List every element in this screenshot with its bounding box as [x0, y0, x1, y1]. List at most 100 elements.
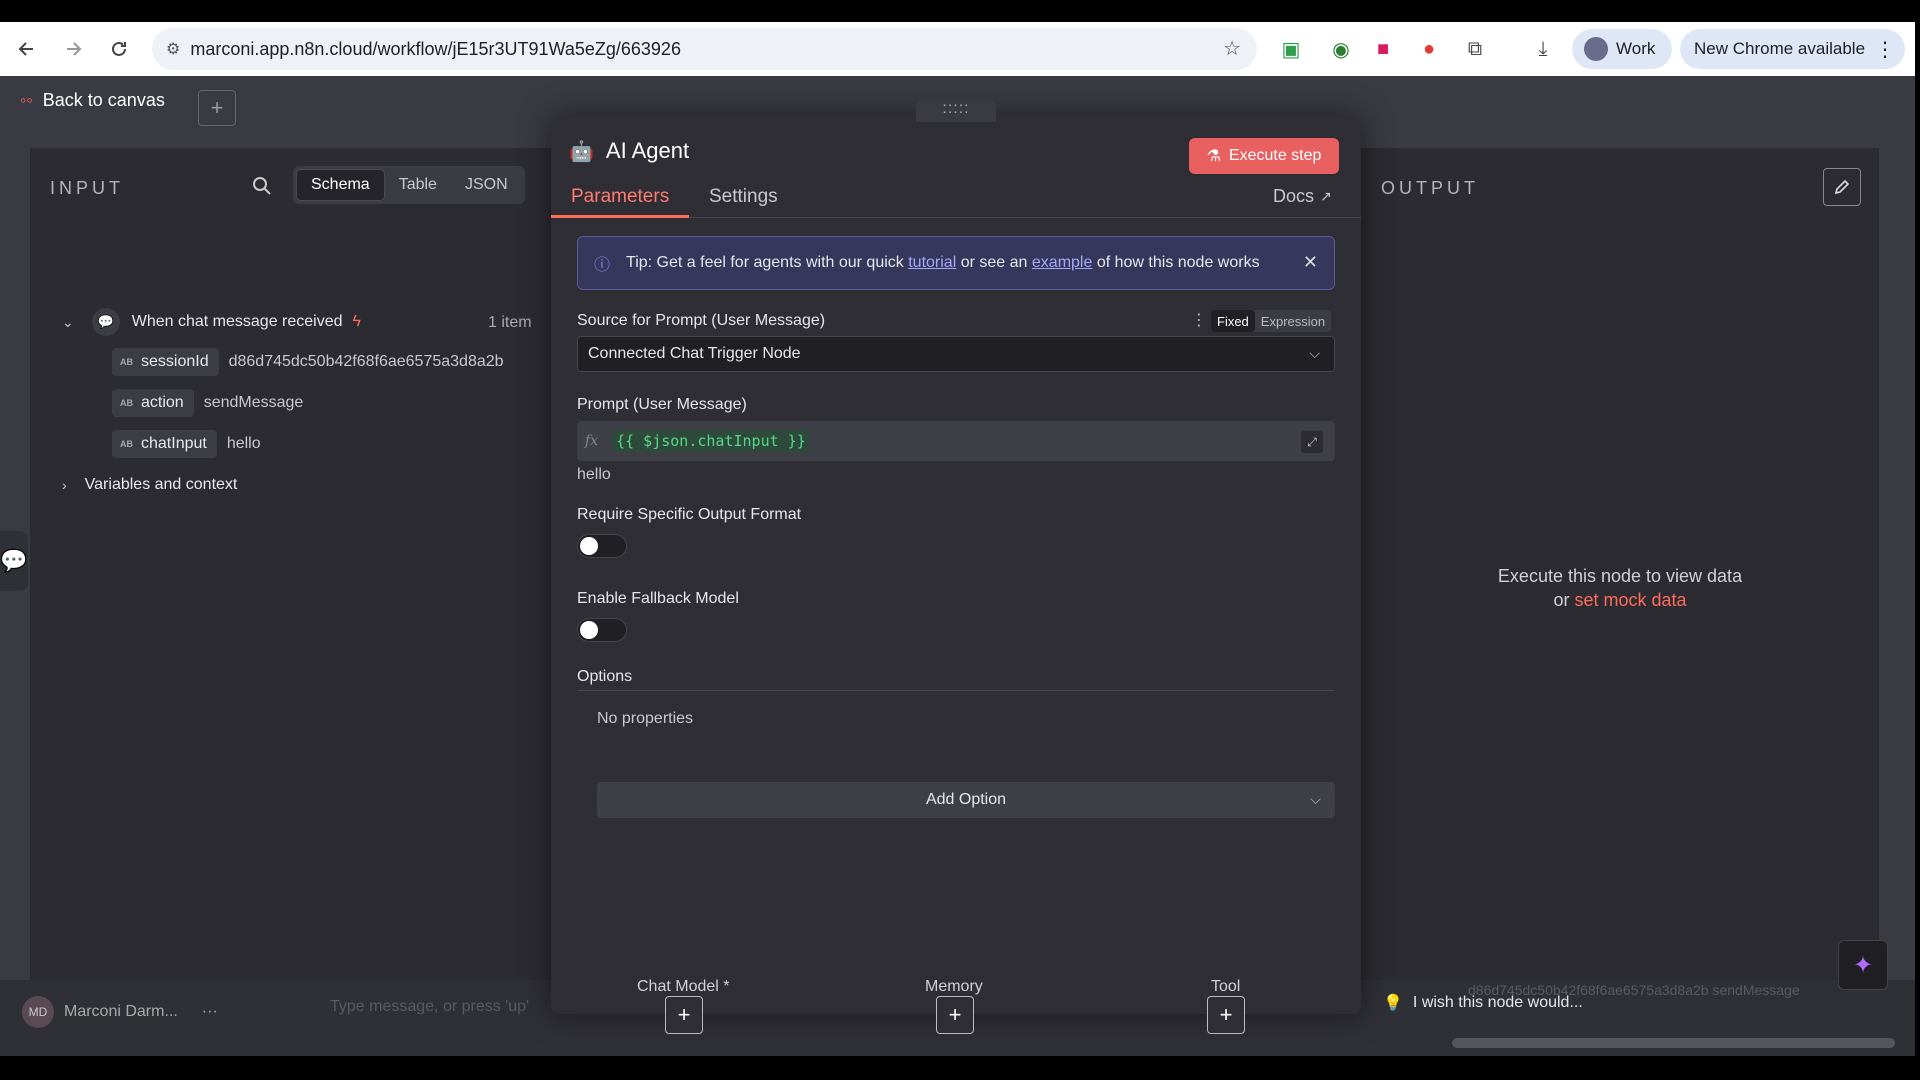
docs-link[interactable]: Docs ↗: [1273, 186, 1332, 207]
add-option-select[interactable]: Add Option ⌵: [597, 782, 1335, 818]
prompt-expression: {{ $json.chatInput }}: [612, 430, 810, 452]
execute-step-button[interactable]: ⚗ Execute step: [1189, 138, 1339, 174]
chat-bubble-icon[interactable]: 💬: [0, 531, 28, 591]
extension-new-icon[interactable]: ▣: [1274, 32, 1308, 66]
variables-row[interactable]: › Variables and context: [62, 476, 237, 494]
field-row[interactable]: AB chatInput hello: [112, 430, 261, 458]
add-memory-button[interactable]: +: [936, 996, 974, 1034]
prompt-result: hello: [577, 466, 611, 483]
lightbulb-icon: 💡: [1383, 995, 1403, 1012]
modal-title: AI Agent: [605, 138, 690, 163]
search-icon[interactable]: [252, 176, 272, 201]
field-chip[interactable]: AB sessionId: [112, 348, 219, 376]
forward-arrow-icon[interactable]: [56, 32, 90, 66]
input-panel: INPUT Schema Table JSON ⌄ 💬 When chat me…: [30, 148, 565, 980]
chevron-down-icon[interactable]: ⌄: [62, 314, 74, 331]
extension-off-icon[interactable]: ◉: [1324, 32, 1358, 66]
profile-chip[interactable]: Work: [1572, 29, 1672, 69]
view-schema-tab[interactable]: Schema: [296, 169, 385, 201]
extension-ball-icon[interactable]: ●: [1412, 32, 1446, 66]
set-mock-data-link[interactable]: set mock data: [1574, 590, 1686, 610]
extension-f-icon[interactable]: ■: [1366, 32, 1400, 66]
require-format-toggle[interactable]: [577, 534, 627, 558]
source-select[interactable]: Connected Chat Trigger Node ⌵: [577, 336, 1335, 372]
browser-toolbar: ⚙ marconi.app.n8n.cloud/workflow/jE15r3U…: [0, 22, 1915, 76]
modal-tabs: Parameters Settings Docs ↗: [551, 178, 1361, 218]
site-settings-icon[interactable]: ⚙: [166, 39, 180, 59]
back-arrow-icon[interactable]: [10, 32, 44, 66]
feedback-link[interactable]: 💡 I wish this node would...: [1383, 993, 1583, 1013]
prompt-label: Prompt (User Message): [577, 396, 747, 413]
mode-expression[interactable]: Expression: [1255, 310, 1331, 332]
horizontal-scrollbar[interactable]: [1452, 1038, 1895, 1048]
chevron-down-icon: ⌵: [1309, 345, 1320, 361]
chrome-update-button[interactable]: New Chrome available ⋮: [1680, 29, 1905, 69]
field-row[interactable]: AB action sendMessage: [112, 389, 303, 417]
view-table-tab[interactable]: Table: [385, 169, 451, 201]
fx-icon: fx: [585, 433, 599, 449]
edit-output-button[interactable]: [1823, 168, 1861, 206]
user-menu[interactable]: MD Marconi Darm... ···: [22, 996, 218, 1028]
new-tab-plus-button[interactable]: +: [198, 90, 236, 126]
reload-icon[interactable]: [102, 32, 136, 66]
input-title: INPUT: [50, 178, 124, 198]
feedback-text: I wish this node would...: [1412, 994, 1583, 1011]
info-icon: ⓘ: [594, 257, 611, 274]
field-chip[interactable]: AB action: [112, 389, 194, 417]
chat-icon: 💬: [91, 308, 120, 336]
tool-label: Tool: [1211, 978, 1241, 995]
string-type-icon: AB: [120, 357, 133, 367]
mode-fixed[interactable]: Fixed: [1211, 310, 1255, 332]
fallback-toggle[interactable]: [577, 618, 627, 642]
options-label: Options: [577, 668, 633, 685]
field-chip[interactable]: AB chatInput: [112, 430, 217, 458]
kebab-menu-icon[interactable]: ⋮: [1875, 37, 1895, 62]
options-divider: [577, 690, 1335, 691]
execute-step-label: Execute step: [1228, 147, 1322, 164]
prompt-expression-input[interactable]: fx {{ $json.chatInput }} ⤢: [577, 421, 1335, 461]
bottom-bezel: [0, 1056, 1920, 1080]
field-key: action: [141, 394, 184, 411]
chevron-right-icon[interactable]: ›: [62, 477, 67, 493]
output-empty-message: Execute this node to view data: [1497, 566, 1743, 586]
memory-label: Memory: [925, 978, 983, 995]
tip-middle: or see an: [960, 254, 1028, 271]
toggle-knob: [580, 621, 598, 639]
parameter-options-icon[interactable]: ⋮: [1191, 310, 1207, 330]
field-key: chatInput: [141, 435, 207, 452]
more-icon[interactable]: ···: [202, 1003, 218, 1021]
example-link[interactable]: example: [1032, 254, 1092, 272]
tip-callout: ⓘ Tip: Get a feel for agents with our qu…: [577, 236, 1335, 290]
view-json-tab[interactable]: JSON: [451, 169, 522, 201]
output-or-text: or: [1553, 590, 1570, 610]
item-count: 1 item: [488, 314, 532, 331]
view-switcher: Schema Table JSON: [293, 166, 525, 204]
user-avatar: MD: [22, 996, 54, 1028]
chat-input-placeholder[interactable]: Type message, or press 'up': [330, 998, 529, 1016]
url-text: marconi.app.n8n.cloud/workflow/jE15r3UT9…: [190, 38, 681, 59]
chrome-update-label: New Chrome available: [1694, 39, 1866, 58]
add-option-label: Add Option: [925, 791, 1007, 808]
extensions-puzzle-icon[interactable]: ⧉: [1458, 32, 1492, 66]
field-value: sendMessage: [203, 394, 304, 411]
address-bar[interactable]: ⚙ marconi.app.n8n.cloud/workflow/jE15r3U…: [152, 28, 1257, 70]
close-icon[interactable]: ✕: [1303, 252, 1318, 273]
tab-settings[interactable]: Settings: [709, 186, 778, 208]
back-to-canvas-link[interactable]: ◦◦ Back to canvas: [20, 90, 165, 111]
tab-parameters[interactable]: Parameters: [571, 186, 669, 208]
field-key: sessionId: [141, 353, 209, 370]
tutorial-link[interactable]: tutorial: [908, 254, 956, 272]
trigger-name: When chat message received: [131, 313, 343, 330]
bookmark-star-icon[interactable]: ☆: [1223, 36, 1241, 61]
robot-icon: 🤖: [569, 140, 594, 163]
field-row[interactable]: AB sessionId d86d745dc50b42f68f6ae6575a3…: [112, 348, 504, 376]
drag-handle[interactable]: :::::: [916, 100, 996, 122]
add-tool-button[interactable]: +: [1207, 996, 1245, 1034]
trigger-row[interactable]: ⌄ 💬 When chat message received ϟ: [62, 308, 361, 336]
fallback-label: Enable Fallback Model: [577, 590, 739, 607]
ai-assistant-sparkle-icon[interactable]: ✦: [1838, 940, 1888, 990]
output-mock-row: or set mock data: [1361, 590, 1879, 611]
add-chat-model-button[interactable]: +: [665, 996, 703, 1034]
download-icon[interactable]: ⤓: [1526, 32, 1560, 66]
open-expression-editor-icon[interactable]: ⤢: [1301, 431, 1323, 453]
